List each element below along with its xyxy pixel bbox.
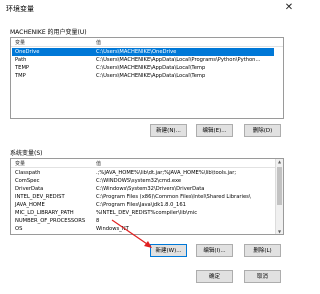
environment-variables-dialog: 环境变量 ✕ MACHENIKE 的用户变量(U) 变量 值 OneDrive …	[0, 0, 300, 294]
annotation-arrow-icon	[111, 219, 152, 248]
